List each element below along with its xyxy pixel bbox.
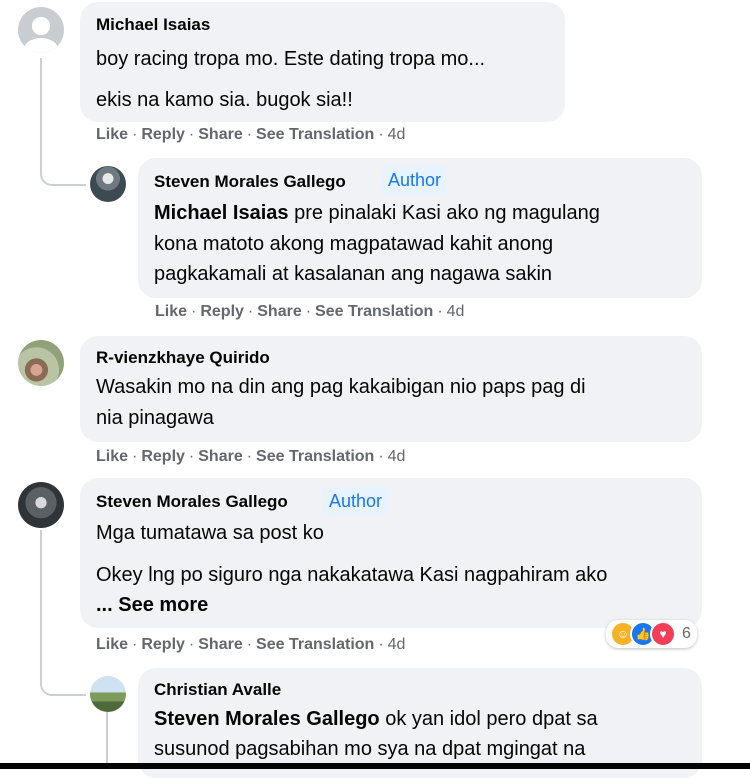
reply-link[interactable]: Reply xyxy=(141,636,185,653)
separator: · xyxy=(378,126,384,143)
comment-actions: Like · Reply · Share · See Translation · 4d xyxy=(155,303,464,321)
comment-author[interactable]: Steven Morales Gallego xyxy=(154,172,346,192)
timestamp[interactable]: 4d xyxy=(388,448,406,465)
comment-text: Mga tumatawa sa post ko xyxy=(96,522,324,544)
avatar[interactable] xyxy=(90,166,126,202)
thread-elbow xyxy=(40,660,86,696)
love-icon: ♥ xyxy=(650,621,676,647)
reaction-summary[interactable]: ☺ 👍 ♥ 6 xyxy=(606,620,697,648)
comment-text: Okey lng po siguro nga nakakatawa Kasi n… xyxy=(96,564,608,586)
comment-text: pagkakamali at kasalanan ang nagawa saki… xyxy=(154,263,553,285)
see-more-link[interactable]: ... See more xyxy=(96,594,208,617)
like-link[interactable]: Like xyxy=(96,126,128,143)
comment-text: kona matoto akong magpatawad kahit anong xyxy=(154,233,554,255)
comment-text: susunod pagsabihan mo sya na dpat mginga… xyxy=(154,738,586,760)
avatar[interactable] xyxy=(90,676,126,712)
comment-author[interactable]: Steven Morales Gallego xyxy=(96,492,288,512)
separator: · xyxy=(191,303,197,320)
separator: · xyxy=(188,636,195,653)
reply-link[interactable]: Reply xyxy=(141,126,185,143)
separator: · xyxy=(132,636,138,653)
comment-text: boy racing tropa mo. Este dating tropa m… xyxy=(96,48,486,70)
comment-actions: Like · Reply · Share · See Translation · 4d xyxy=(96,636,405,654)
separator: · xyxy=(132,126,138,143)
comment-bubble: Steven Morales Gallego Author Michael Is… xyxy=(138,158,702,298)
avatar[interactable] xyxy=(18,482,64,528)
share-link[interactable]: Share xyxy=(198,126,242,143)
see-translation-link[interactable]: See Translation xyxy=(256,448,374,465)
mention-link[interactable]: Michael Isaias xyxy=(154,202,289,224)
comment-text: Steven Morales Gallego ok yan idol pero … xyxy=(154,708,598,730)
comment-actions: Like · Reply · Share · See Translation · 4d xyxy=(96,126,405,144)
see-translation-link[interactable]: See Translation xyxy=(315,303,433,320)
comment-author[interactable]: R-vienzkhaye Quirido xyxy=(96,348,270,368)
comment-actions: Like · Reply · Share · See Translation · 4d xyxy=(96,448,405,466)
comment-bubble: Michael Isaias boy racing tropa mo. Este… xyxy=(80,2,565,122)
like-link[interactable]: Like xyxy=(96,448,128,465)
thread-elbow xyxy=(40,150,86,186)
comment-bubble: Christian Avalle Steven Morales Gallego … xyxy=(138,668,702,778)
separator: · xyxy=(378,636,384,653)
avatar[interactable] xyxy=(18,340,64,386)
separator: · xyxy=(246,126,253,143)
share-link[interactable]: Share xyxy=(198,636,242,653)
window-bottom-edge xyxy=(0,763,750,769)
author-badge: Author xyxy=(382,166,448,194)
reply-link[interactable]: Reply xyxy=(141,448,185,465)
separator: · xyxy=(132,448,138,465)
thread-line xyxy=(106,712,108,764)
separator: · xyxy=(188,126,195,143)
comment-text: Michael Isaias pre pinalaki Kasi ako ng … xyxy=(154,202,600,224)
see-translation-link[interactable]: See Translation xyxy=(256,126,374,143)
author-badge: Author xyxy=(323,487,389,515)
share-link[interactable]: Share xyxy=(198,448,242,465)
thread-line xyxy=(40,530,42,680)
reaction-count: 6 xyxy=(682,625,691,642)
separator: · xyxy=(188,448,195,465)
timestamp[interactable]: 4d xyxy=(447,303,465,320)
see-translation-link[interactable]: See Translation xyxy=(256,636,374,653)
share-link[interactable]: Share xyxy=(257,303,301,320)
separator: · xyxy=(437,303,443,320)
comment-text: ekis na kamo sia. bugok sia!! xyxy=(96,89,353,111)
comment-bubble: R-vienzkhaye Quirido Wasakin mo na din a… xyxy=(80,336,702,442)
separator: · xyxy=(247,303,254,320)
comment-bubble: Steven Morales Gallego Author Mga tumata… xyxy=(80,478,702,628)
separator: · xyxy=(378,448,384,465)
separator: · xyxy=(305,303,312,320)
avatar[interactable] xyxy=(18,7,64,53)
like-link[interactable]: Like xyxy=(155,303,187,320)
comment-author[interactable]: Michael Isaias xyxy=(96,15,210,35)
timestamp[interactable]: 4d xyxy=(388,126,406,143)
comment-author[interactable]: Christian Avalle xyxy=(154,680,281,700)
timestamp[interactable]: 4d xyxy=(388,636,406,653)
comment-text: Wasakin mo na din ang pag kakaibigan nio… xyxy=(96,376,586,398)
mention-link[interactable]: Steven Morales Gallego xyxy=(154,708,380,730)
comment-text: nia pinagawa xyxy=(96,407,214,429)
separator: · xyxy=(246,636,253,653)
separator: · xyxy=(246,448,253,465)
like-link[interactable]: Like xyxy=(96,636,128,653)
reply-link[interactable]: Reply xyxy=(200,303,244,320)
